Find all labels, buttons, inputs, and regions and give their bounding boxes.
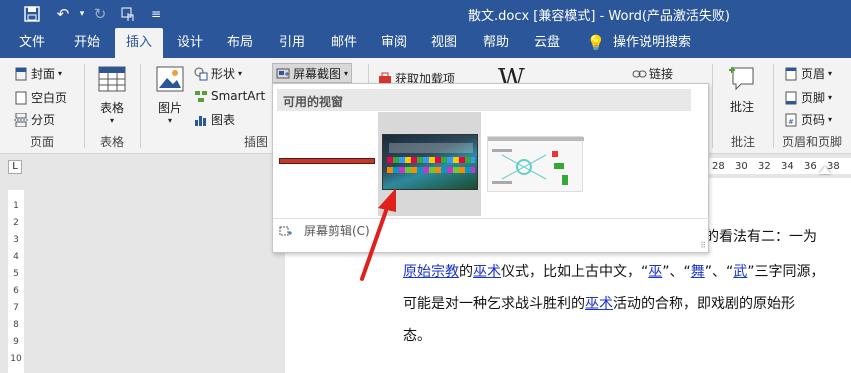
table-icon [98, 66, 126, 95]
thumbnail-icons [387, 167, 475, 173]
separator [712, 64, 713, 148]
thumbnail-diagram [492, 149, 568, 185]
title-bar: ↶ ▾ ↻ ≡ 散文.docx [兼容模式] - Word(产品激活失败) [0, 0, 851, 28]
hyperlink[interactable]: 舞 [691, 264, 705, 280]
svg-text:#: # [788, 118, 794, 126]
tab-home[interactable]: 开始 [64, 28, 110, 58]
thumbnail-webpage [487, 136, 584, 192]
comment-button[interactable]: 批注 [727, 64, 757, 115]
undo-icon[interactable]: ↶ [50, 0, 76, 28]
tab-references[interactable]: 引用 [270, 28, 314, 58]
screenshot-dropdown: 可用的视窗 屏幕剪辑(C) ⠿ [272, 83, 710, 253]
page-number-button[interactable]: # 页码 ▾ [784, 111, 832, 128]
dropdown-divider [273, 218, 710, 219]
available-windows-header: 可用的视窗 [277, 89, 691, 111]
separator [140, 64, 141, 148]
hyperlink[interactable]: 原始宗教 [403, 264, 459, 280]
tab-review[interactable]: 审阅 [372, 28, 416, 58]
ribbon-tabs: 文件 开始 插入 设计 布局 引用 邮件 审阅 视图 帮助 云盘 💡 操作说明搜… [0, 28, 851, 58]
link-button[interactable]: 链接 [632, 65, 673, 82]
link-icon [632, 67, 647, 81]
new-comment-icon [727, 64, 757, 95]
thumbnail-widget [389, 143, 473, 153]
hyperlink[interactable]: 巫术 [585, 296, 613, 312]
page-number-icon: # [784, 113, 798, 127]
tab-mailings[interactable]: 邮件 [322, 28, 366, 58]
footer-button[interactable]: 页脚 ▾ [784, 89, 832, 106]
lightbulb-icon: 💡 [586, 34, 606, 52]
resize-grip-icon[interactable]: ⠿ [700, 241, 706, 250]
separator [773, 64, 774, 148]
blank-page-icon [14, 91, 28, 105]
screenshot-icon [276, 66, 290, 80]
doc-line-4: 态。 [403, 328, 431, 344]
thumbnail-desktop-image [382, 134, 478, 190]
vertical-ruler-numbers: 1 2 3 4 5 6 7 8 9 10 [10, 201, 22, 364]
tab-design[interactable]: 设计 [168, 28, 212, 58]
doc-line-3: 可能是对一种乞求战斗胜利的巫术活动的合称，即戏剧的原始形 [403, 296, 795, 312]
smartart-button[interactable]: SmartArt [194, 89, 265, 103]
thumbnail-bar [279, 158, 375, 164]
separator [84, 64, 85, 148]
hyperlink[interactable]: 武 [733, 264, 747, 280]
tab-cloud[interactable]: 云盘 [524, 28, 570, 58]
screenshot-button[interactable]: 屏幕截图 ▾ [272, 63, 353, 83]
customize-qat-icon[interactable]: ≡ [146, 0, 166, 28]
header-button[interactable]: 页眉 ▾ [784, 65, 832, 82]
tab-help[interactable]: 帮助 [474, 28, 518, 58]
tab-selector[interactable]: L [8, 160, 22, 174]
document-title: 散文.docx [兼容模式] - Word(产品激活失败) [468, 9, 730, 24]
chart-button[interactable]: 图表 [194, 111, 235, 128]
redo-icon[interactable]: ↻ [88, 0, 112, 28]
window-thumbnail-3[interactable] [483, 114, 585, 214]
header-footer-group-label: 页眉和页脚 [782, 135, 843, 149]
doc-line-1: 的看法有二：一为 [705, 229, 817, 245]
page-break-button[interactable]: 分页 [14, 111, 55, 128]
screen-clipping-button[interactable]: 屏幕剪辑(C) [279, 222, 370, 239]
footer-icon [784, 91, 798, 105]
tab-view[interactable]: 视图 [422, 28, 466, 58]
window-thumbnail-1[interactable] [277, 114, 377, 214]
tab-insert[interactable]: 插入 [115, 28, 163, 58]
tab-layout[interactable]: 布局 [218, 28, 262, 58]
screen-clipping-icon [279, 224, 293, 238]
right-indent-marker[interactable] [819, 166, 831, 174]
hyperlink[interactable]: 巫术 [473, 264, 501, 280]
shapes-icon [194, 67, 208, 81]
header-icon [784, 67, 798, 81]
cover-page-button[interactable]: 封面 ▾ [14, 65, 62, 82]
picture-button[interactable]: 图片 ▾ [156, 66, 184, 125]
shapes-button[interactable]: 形状 ▾ [194, 65, 242, 82]
tab-file[interactable]: 文件 [10, 28, 54, 58]
thumbnail-icons [387, 157, 475, 163]
window-thumbnail-2[interactable] [378, 112, 481, 216]
table-button[interactable]: 表格 ▾ [98, 66, 126, 125]
hyperlink[interactable]: 巫 [648, 264, 662, 280]
blank-page-button[interactable]: 空白页 [14, 89, 67, 106]
touch-mode-icon[interactable] [116, 0, 140, 28]
illustrations-group-label: 插图 [244, 135, 269, 149]
pages-group-label: 页面 [30, 135, 55, 149]
save-icon[interactable] [18, 0, 46, 28]
smartart-icon [194, 89, 208, 103]
undo-dropdown-icon[interactable]: ▾ [76, 0, 88, 28]
tell-me-search[interactable]: 操作说明搜索 [610, 28, 694, 58]
comments-group-label: 批注 [731, 135, 756, 149]
cover-page-icon [14, 67, 28, 81]
picture-icon [156, 66, 184, 95]
table-group-label: 表格 [100, 135, 125, 149]
page-break-icon [14, 112, 28, 127]
chart-icon [194, 113, 208, 127]
doc-line-2: 原始宗教的巫术仪式，比如上古中文，“巫”、“舞”、“武”三字同源， [403, 264, 825, 280]
